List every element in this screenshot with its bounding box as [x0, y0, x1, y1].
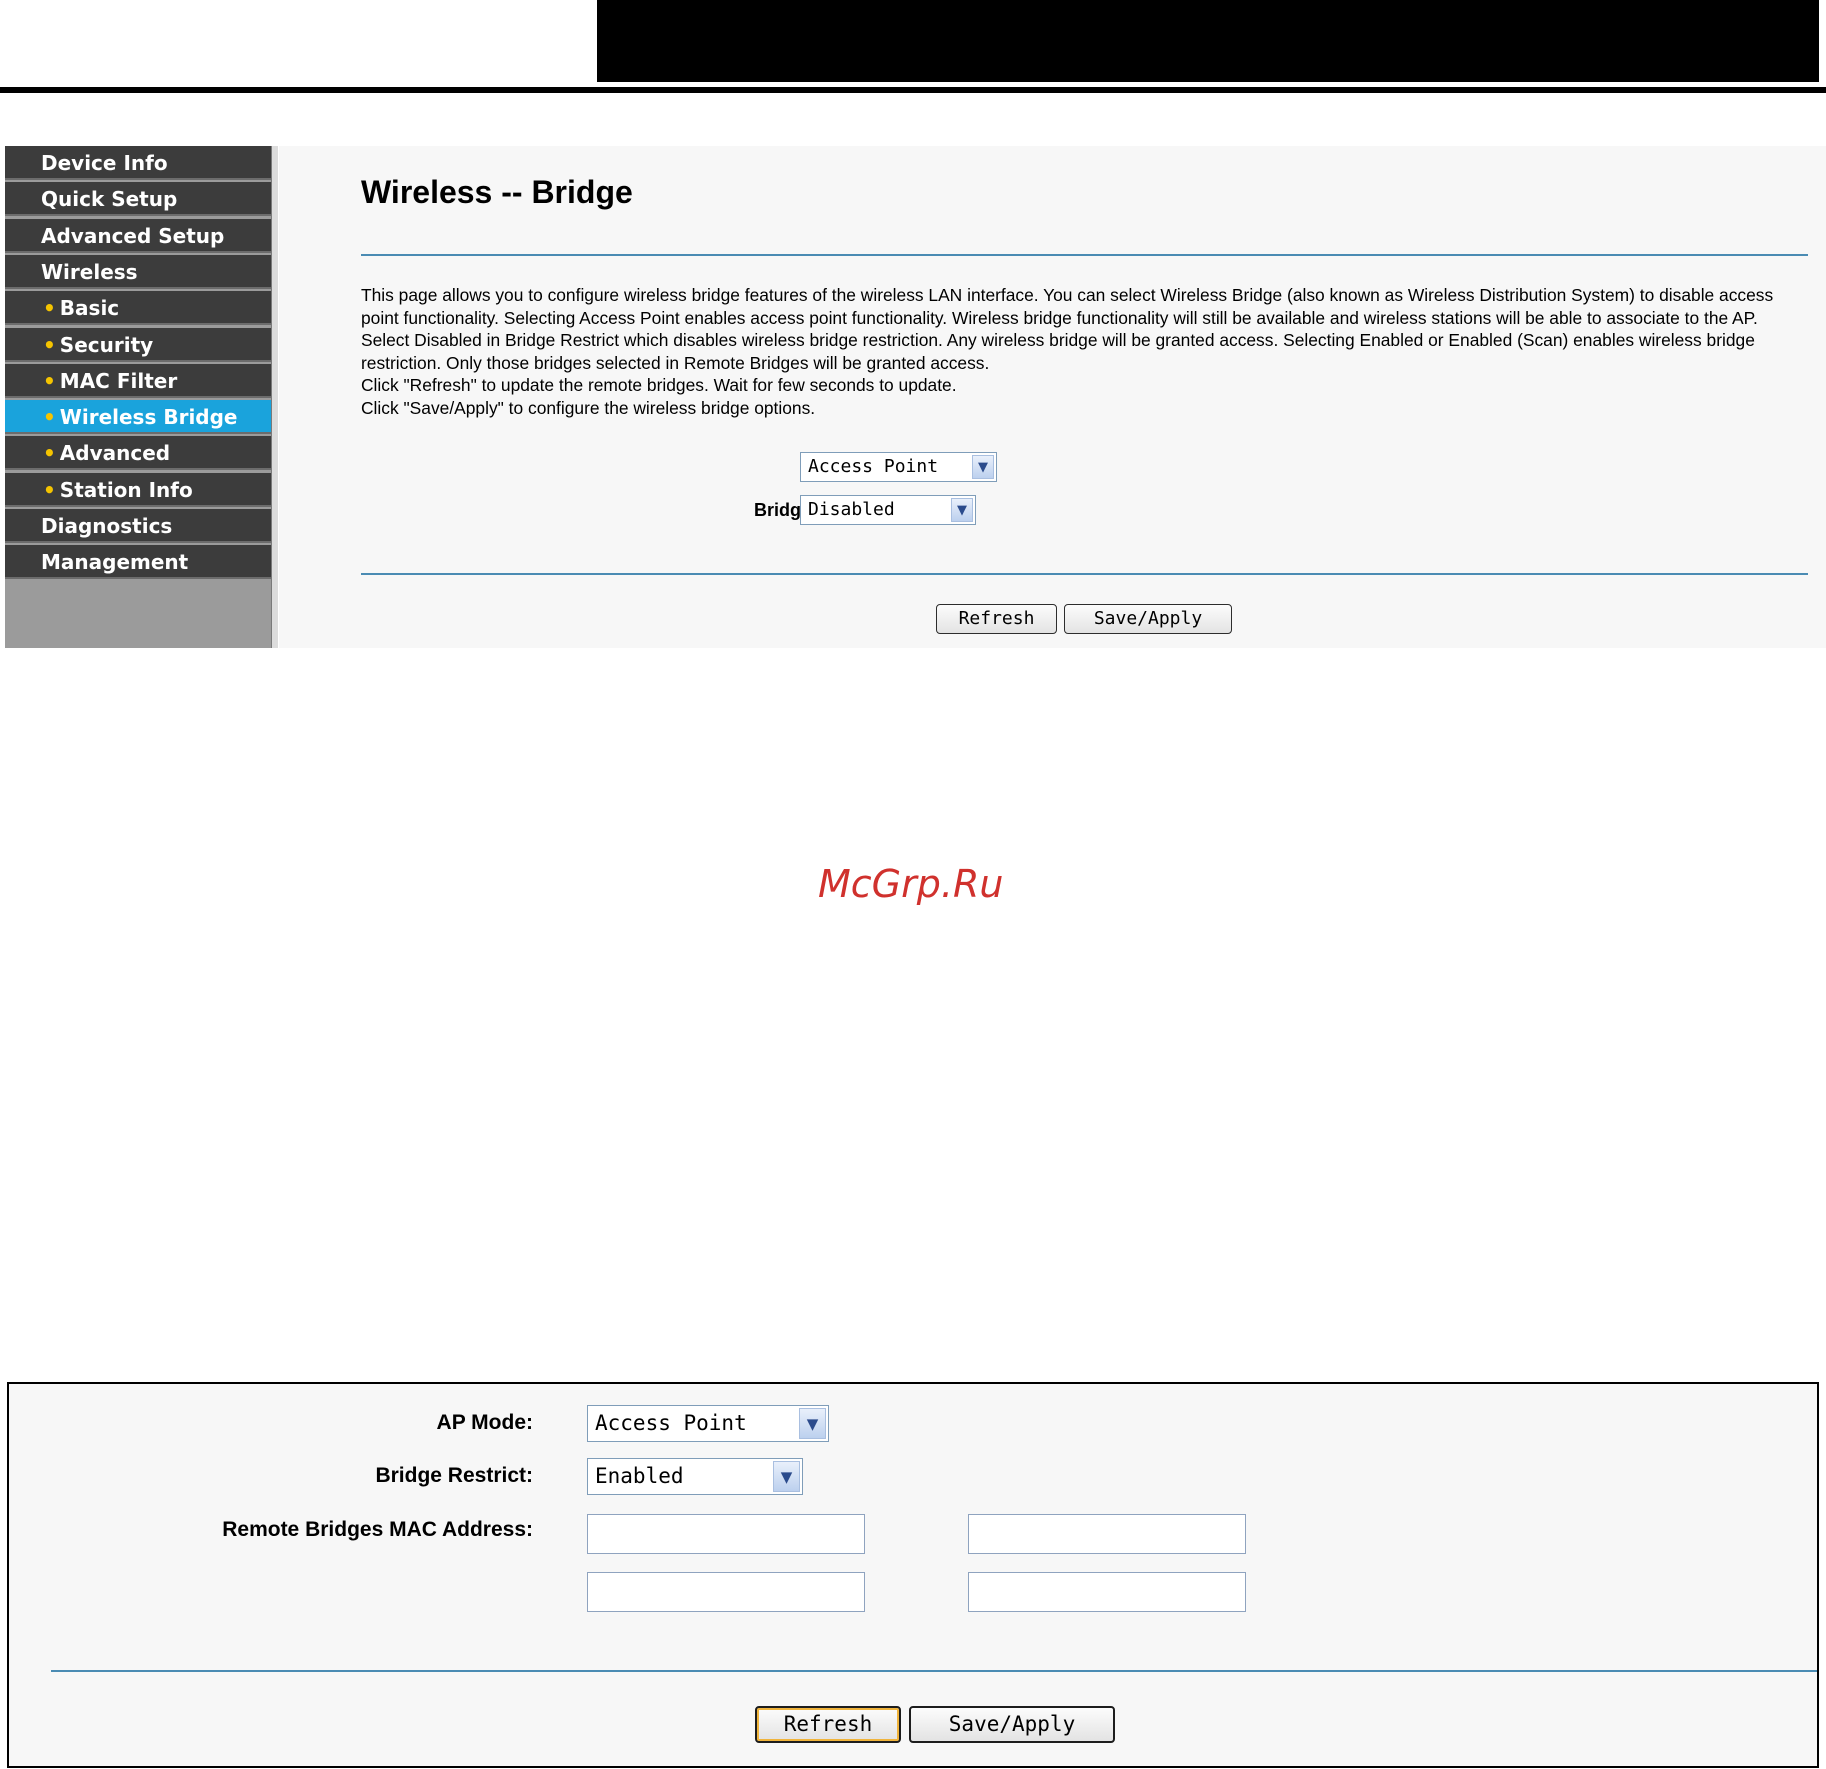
page-title: Wireless -- Bridge [361, 174, 633, 210]
sidebar-item-device-info[interactable]: Device Info [5, 146, 271, 180]
description-save-hint: Click "Save/Apply" to configure the wire… [361, 397, 816, 418]
chevron-down-icon[interactable]: ▼ [951, 498, 973, 522]
remote-mac-input-4[interactable] [968, 1572, 1246, 1612]
remote-mac-input-3[interactable] [587, 1572, 865, 1612]
header-black-bar [597, 0, 1819, 82]
main-content: Wireless -- Bridge This page allows you … [279, 146, 1826, 648]
bullet-icon: • [43, 368, 56, 393]
sidebar-item-diagnostics[interactable]: Diagnostics [5, 509, 271, 543]
bridge-restrict-value-2: Enabled [595, 1464, 684, 1488]
sidebar-item-label: Wireless [41, 259, 138, 284]
bullet-icon: • [43, 441, 56, 466]
ap-mode-select[interactable]: Access Point ▼ [800, 452, 997, 482]
description-refresh-hint: Click "Refresh" to update the remote bri… [361, 375, 957, 396]
sidebar-item-security[interactable]: • Security [5, 327, 271, 362]
sidebar-item-advanced[interactable]: • Advanced [5, 436, 271, 471]
sidebar-item-label: Diagnostics [41, 514, 173, 538]
router-page-screenshot: Device Info Quick Setup Advanced Setup Wire… [5, 146, 1826, 648]
sidebar-item-label: Wireless Bridge [59, 405, 238, 430]
bridge-restrict-select[interactable]: Disabled ▼ [800, 495, 976, 525]
bridge-restrict-label-2: Bridge Restrict: [375, 1464, 533, 1487]
bullet-icon: • [43, 405, 56, 430]
sidebar-item-label: MAC Filter [59, 368, 178, 393]
sidebar-item-mac-filter[interactable]: • MAC Filter [5, 363, 271, 398]
sidebar-item-management[interactable]: Management [5, 545, 271, 580]
sidebar-item-label: Advanced Setup [41, 223, 225, 248]
watermark: McGrp.Ru [818, 862, 1004, 906]
divider-bottom [361, 573, 1808, 575]
bullet-icon: • [43, 296, 56, 321]
sidebar-item-label: Advanced [59, 441, 171, 466]
save-apply-button[interactable]: Save/Apply [1064, 604, 1232, 634]
sidebar-item-label: Device Info [41, 151, 168, 175]
sidebar: Device Info Quick Setup Advanced Setup Wire… [5, 146, 271, 648]
ap-mode-value: Access Point [808, 456, 939, 477]
remote-mac-label: Remote Bridges MAC Address: [222, 1518, 533, 1541]
sidebar-item-label: Station Info [59, 477, 193, 502]
chevron-down-icon[interactable]: ▼ [799, 1408, 826, 1439]
divider-top [361, 254, 1808, 256]
bridge-restrict-enabled-screenshot: AP Mode: Access Point ▼ Bridge Restrict:… [7, 1382, 1819, 1768]
refresh-button-2[interactable]: Refresh [755, 1706, 901, 1743]
sidebar-item-label: Quick Setup [41, 187, 178, 212]
sidebar-item-label: Security [59, 332, 154, 357]
sidebar-item-label: Basic [59, 296, 120, 321]
remote-mac-input-2[interactable] [968, 1514, 1246, 1554]
sidebar-item-advanced-setup[interactable]: Advanced Setup [5, 218, 271, 253]
chevron-down-icon[interactable]: ▼ [773, 1461, 800, 1492]
chevron-down-icon[interactable]: ▼ [972, 455, 994, 479]
sidebar-item-quick-setup[interactable]: Quick Setup [5, 182, 271, 217]
sidebar-item-station-info[interactable]: • Station Info [5, 472, 271, 507]
sidebar-item-basic[interactable]: • Basic [5, 291, 271, 326]
ap-mode-value-2: Access Point [595, 1411, 747, 1435]
bullet-icon: • [43, 332, 56, 357]
bullet-icon: • [43, 477, 56, 502]
divider-bottom-2 [51, 1670, 1817, 1672]
sidebar-divider [271, 146, 278, 648]
header-rule [0, 87, 1826, 93]
sidebar-item-wireless[interactable]: Wireless [5, 254, 271, 289]
sidebar-item-label: Management [41, 550, 189, 575]
refresh-button[interactable]: Refresh [936, 604, 1057, 634]
save-apply-button-2[interactable]: Save/Apply [909, 1706, 1115, 1743]
ap-mode-select-2[interactable]: Access Point ▼ [587, 1405, 829, 1442]
description-paragraph: This page allows you to configure wirele… [361, 285, 1774, 373]
sidebar-item-wireless-bridge[interactable]: • Wireless Bridge [5, 400, 271, 435]
bridge-restrict-value: Disabled [808, 499, 895, 520]
ap-mode-label-2: AP Mode: [436, 1411, 533, 1434]
page-description: This page allows you to configure wirele… [361, 284, 1801, 420]
remote-mac-input-1[interactable] [587, 1514, 865, 1554]
bridge-restrict-select-2[interactable]: Enabled ▼ [587, 1458, 803, 1495]
